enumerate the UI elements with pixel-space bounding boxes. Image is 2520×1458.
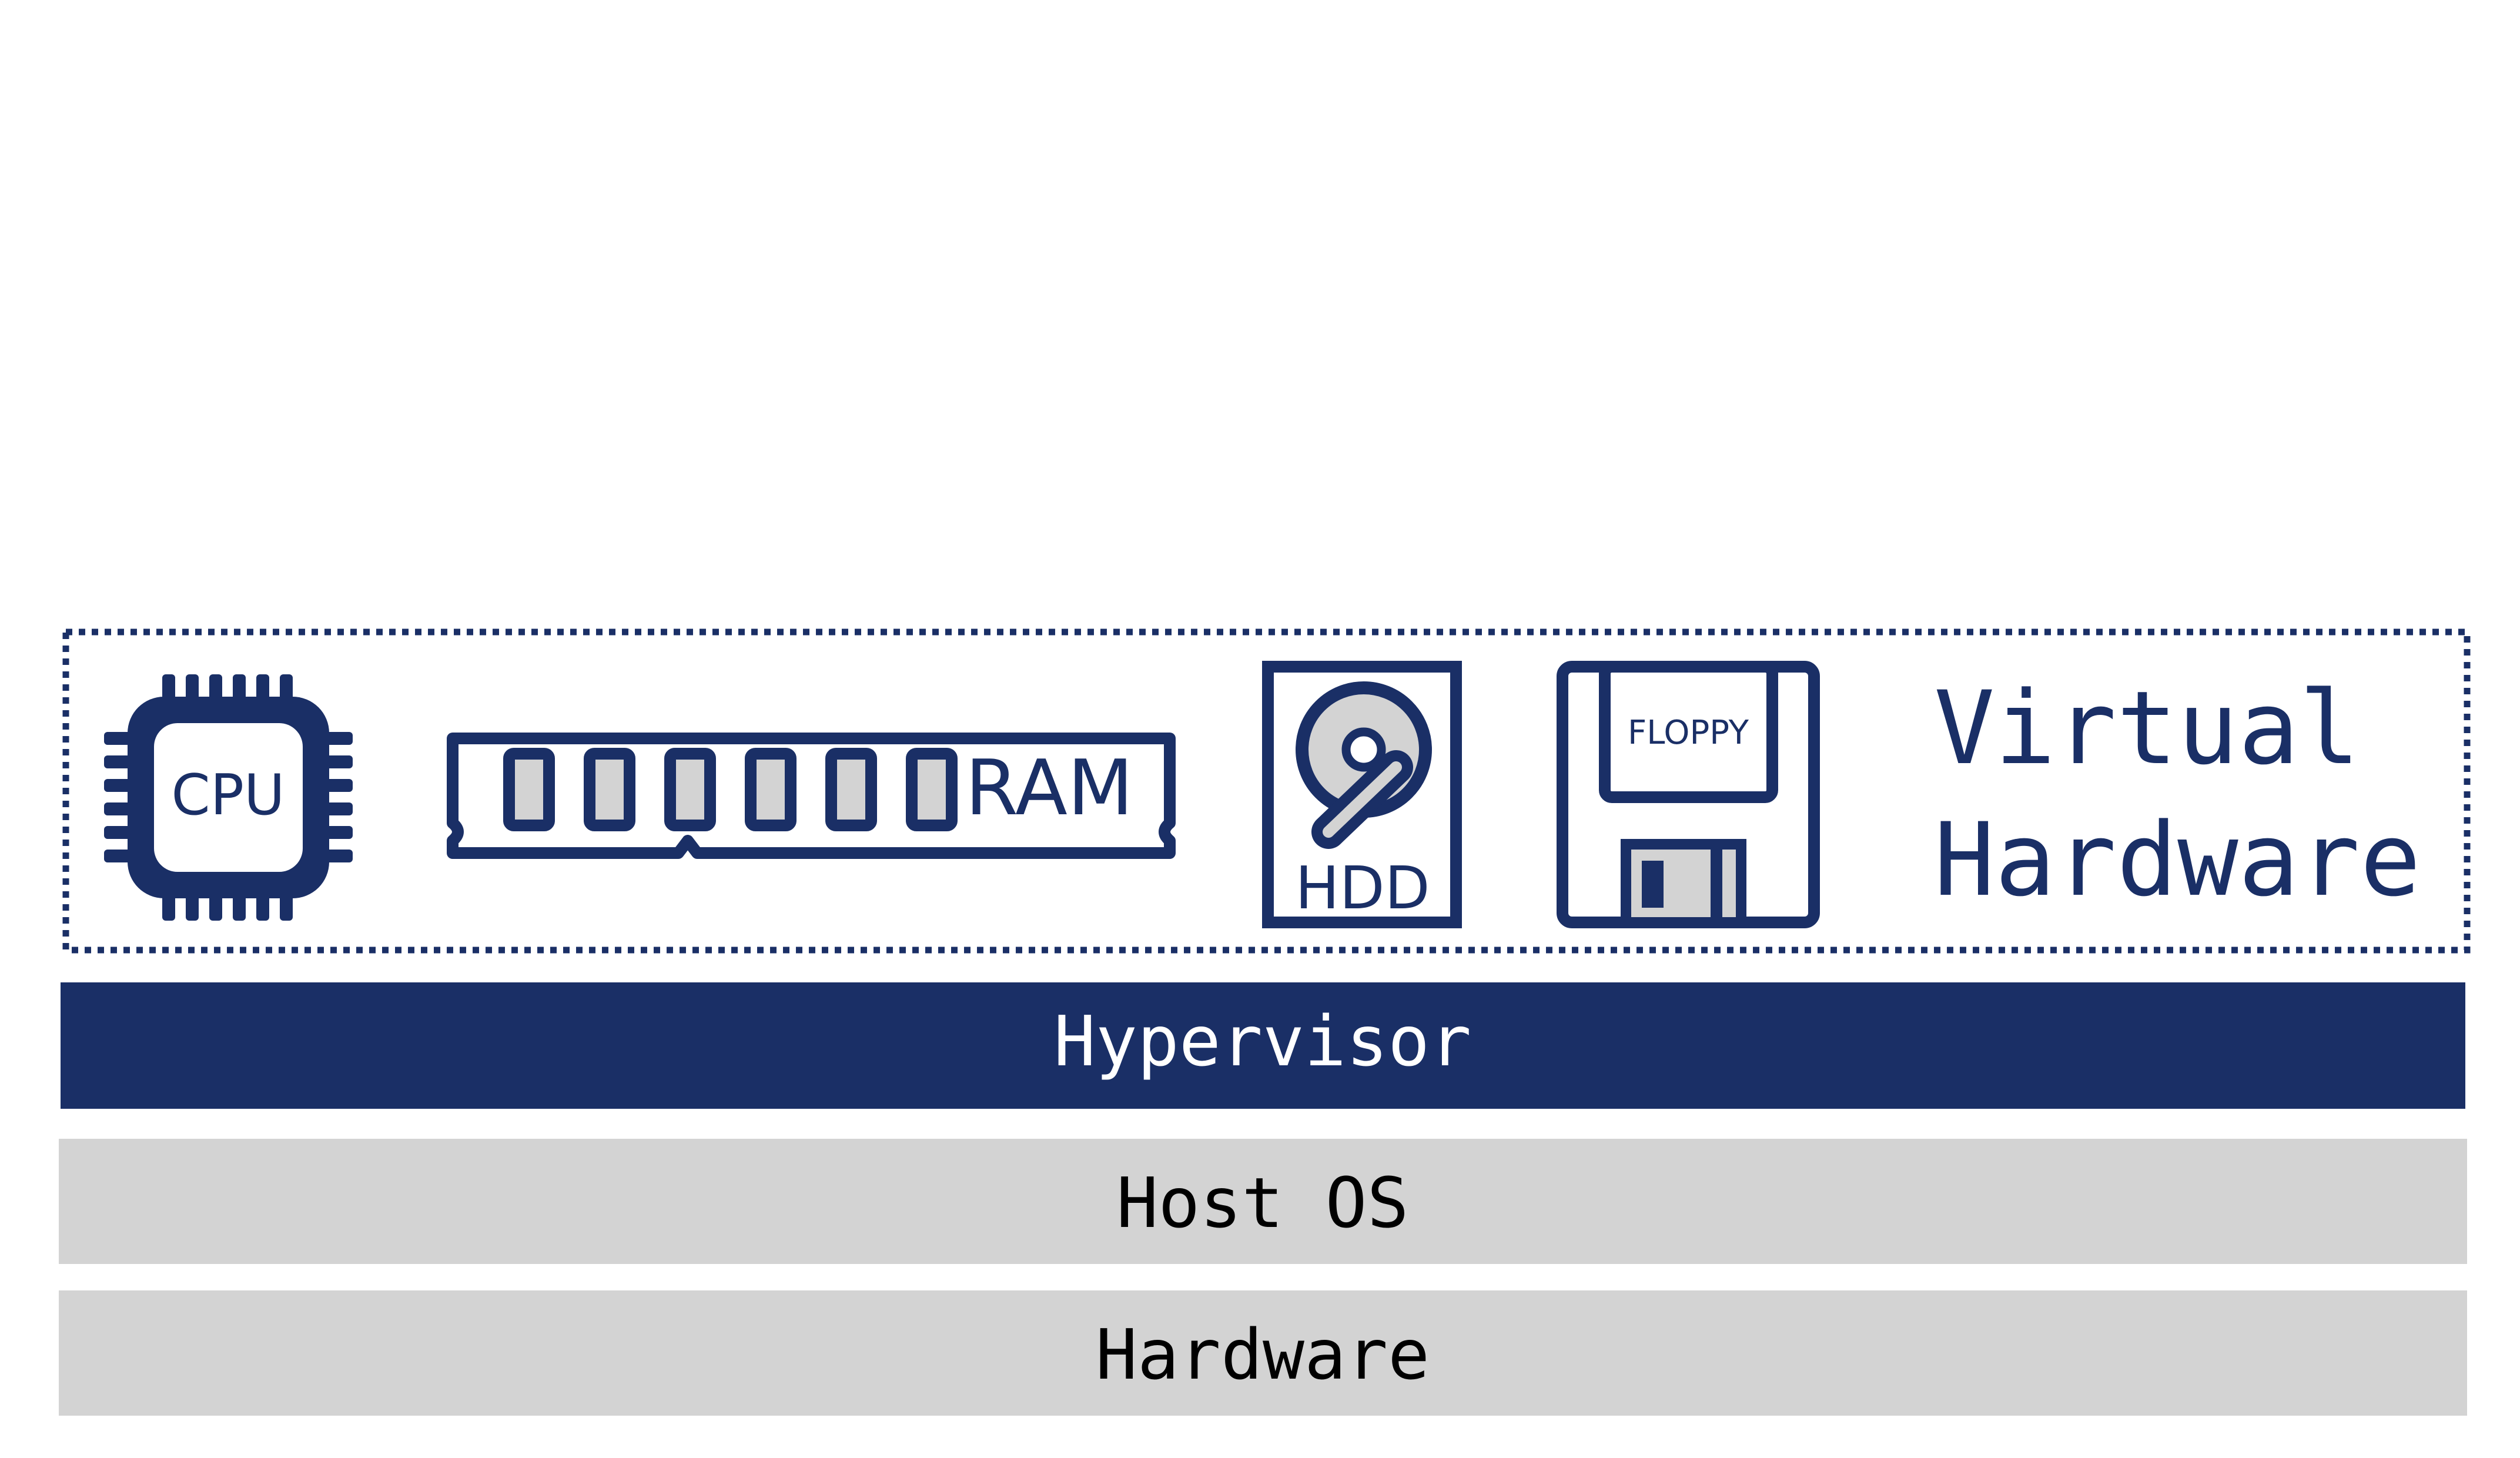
hdd-label: HDD — [1295, 854, 1430, 922]
hypervisor-label: Hypervisor — [1054, 1001, 1471, 1082]
ram-chip — [745, 748, 797, 831]
virtual-hardware-label-line1: Virtual — [1934, 669, 2360, 787]
ram-chip — [503, 748, 555, 831]
hard-disk-icon: HDD — [1262, 661, 1462, 928]
ram-chip — [825, 748, 877, 831]
hardware-label: Hardware — [1096, 1314, 1430, 1395]
host-os-label: Host OS — [1116, 1162, 1408, 1243]
ram-chip — [906, 748, 958, 831]
virtual-hardware-label-line2: Hardware — [1934, 801, 2421, 919]
ram-chip — [584, 748, 635, 831]
cpu-chip-icon: CPU — [104, 674, 353, 921]
ram-module-icon: RAM — [447, 733, 1176, 859]
virtualization-stack-diagram: CPU RAM HDD FLOPPY Virtual Hardware Hype… — [59, 628, 2471, 1416]
floppy-label: FLOPPY — [1628, 714, 1749, 752]
cpu-label: CPU — [171, 763, 285, 828]
ram-label: RAM — [965, 743, 1133, 832]
ram-chip — [664, 748, 716, 831]
floppy-disk-icon: FLOPPY — [1557, 661, 1820, 928]
